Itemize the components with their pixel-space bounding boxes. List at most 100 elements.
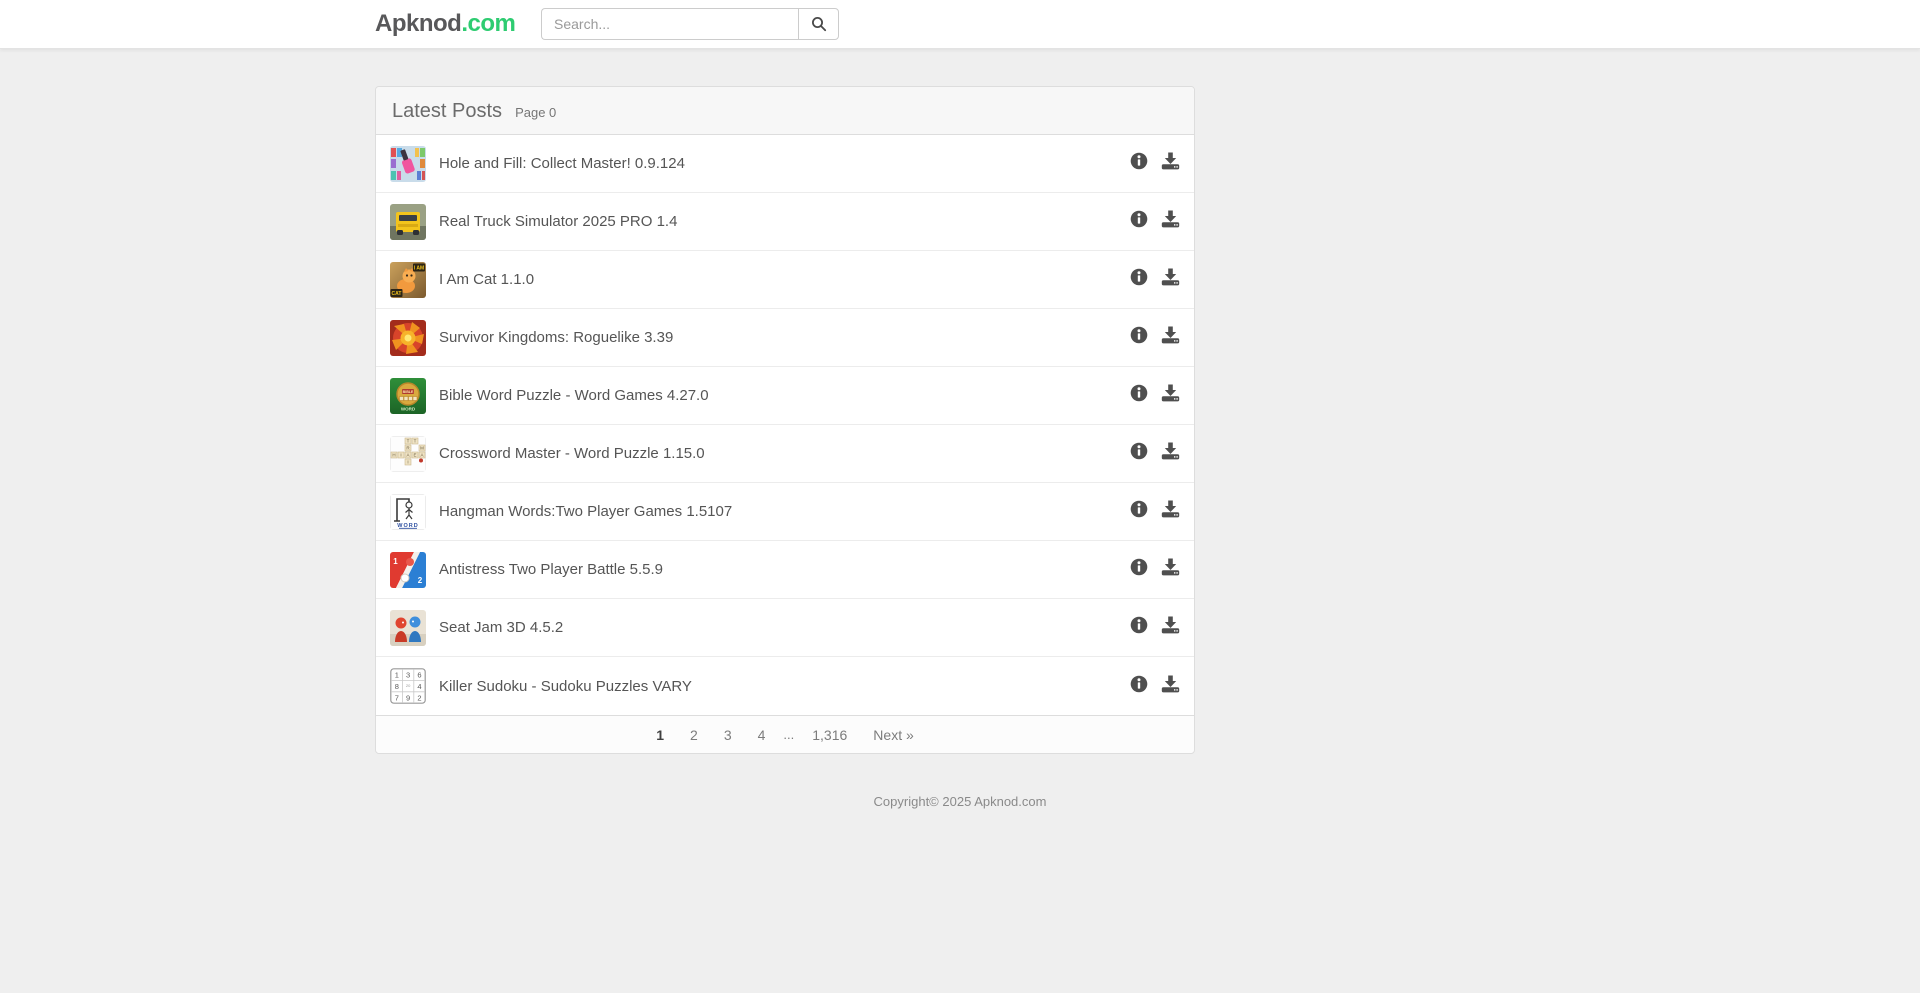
info-circle-icon <box>1130 210 1148 233</box>
post-row: WORD Hangman Words:Two Player Games 1.51… <box>376 483 1194 541</box>
download-button[interactable] <box>1161 152 1180 175</box>
download-icon <box>1161 442 1180 465</box>
info-button[interactable] <box>1130 152 1148 175</box>
top-bar: Apknod.com <box>0 0 1920 49</box>
download-button[interactable] <box>1161 675 1180 698</box>
post-title-link[interactable]: Antistress Two Player Battle 5.5.9 <box>439 561 663 578</box>
search-input[interactable] <box>541 8 798 40</box>
download-button[interactable] <box>1161 442 1180 465</box>
info-circle-icon <box>1130 675 1148 698</box>
seat-jam-thumb <box>390 610 426 646</box>
yellow-truck-thumb <box>390 204 426 240</box>
svg-text:7: 7 <box>395 693 399 702</box>
post-title-link[interactable]: Survivor Kingdoms: Roguelike 3.39 <box>439 329 673 346</box>
search-form <box>541 8 839 40</box>
pagination-page-last[interactable]: 1,316 <box>799 727 860 743</box>
svg-text:T: T <box>407 438 410 443</box>
crossword-grid-thumb: TRAI HIEA MT <box>390 436 426 472</box>
brand-logo[interactable]: Apknod.com <box>375 10 541 38</box>
bible-badge-thumb: BIBLE WORD <box>390 378 426 414</box>
orange-cat-thumb: I AM CAT <box>390 262 426 298</box>
brand-suffix: .com <box>461 10 515 37</box>
post-title-link[interactable]: Seat Jam 3D 4.5.2 <box>439 619 563 636</box>
download-icon <box>1161 500 1180 523</box>
panel-heading: Latest Posts Page 0 <box>376 87 1194 135</box>
pagination-page-4[interactable]: 4 <box>745 727 779 743</box>
download-icon <box>1161 210 1180 233</box>
pagination-page-3[interactable]: 3 <box>711 727 745 743</box>
svg-text:2: 2 <box>417 693 421 702</box>
download-icon <box>1161 558 1180 581</box>
post-title-link[interactable]: I Am Cat 1.1.0 <box>439 271 534 288</box>
pagination-next[interactable]: Next » <box>860 727 926 743</box>
svg-text:I: I <box>407 459 408 464</box>
download-button[interactable] <box>1161 616 1180 639</box>
sudoku-grid-thumb: 136 84 792 20 <box>390 668 426 704</box>
post-title-link[interactable]: Hangman Words:Two Player Games 1.5107 <box>439 503 732 520</box>
post-row: 1 2 Antistress Two Player Battle 5.5.9 <box>376 541 1194 599</box>
download-icon <box>1161 326 1180 349</box>
post-row: TRAI HIEA MT Crossword Master - Word Puz… <box>376 425 1194 483</box>
post-title-link[interactable]: Crossword Master - Word Puzzle 1.15.0 <box>439 445 705 462</box>
svg-text:BIBLE: BIBLE <box>403 390 414 394</box>
svg-text:A: A <box>406 452 409 457</box>
info-circle-icon <box>1130 268 1148 291</box>
svg-text:CAT: CAT <box>392 291 402 297</box>
panel-title: Latest Posts <box>392 100 502 123</box>
post-row: BIBLE WORD Bible Word Puzzle - Word Game… <box>376 367 1194 425</box>
brand-name: Apknod <box>375 10 461 37</box>
svg-text:1: 1 <box>395 671 399 680</box>
svg-text:A: A <box>420 452 423 457</box>
info-circle-icon <box>1130 616 1148 639</box>
info-button[interactable] <box>1130 210 1148 233</box>
info-button[interactable] <box>1130 268 1148 291</box>
post-title-link[interactable]: Real Truck Simulator 2025 PRO 1.4 <box>439 213 677 230</box>
info-circle-icon <box>1130 558 1148 581</box>
info-button[interactable] <box>1130 442 1148 465</box>
post-title-link[interactable]: Hole and Fill: Collect Master! 0.9.124 <box>439 155 685 172</box>
svg-text:M: M <box>420 445 424 450</box>
copyright-text: Copyright© 2025 Apknod.com <box>0 794 1920 809</box>
sunburst-thumb <box>390 320 426 356</box>
download-icon <box>1161 268 1180 291</box>
svg-text:20: 20 <box>406 683 411 688</box>
info-button[interactable] <box>1130 558 1148 581</box>
info-button[interactable] <box>1130 616 1148 639</box>
pagination-current-page: 1 <box>643 727 677 743</box>
pagination-ellipsis: ... <box>778 727 799 742</box>
download-icon <box>1161 384 1180 407</box>
svg-text:4: 4 <box>417 682 421 691</box>
nail-polish-thumb <box>390 146 426 182</box>
post-title-link[interactable]: Bible Word Puzzle - Word Games 4.27.0 <box>439 387 709 404</box>
download-button[interactable] <box>1161 500 1180 523</box>
post-list: Hole and Fill: Collect Master! 0.9.124 <box>376 135 1194 715</box>
search-button[interactable] <box>798 8 839 40</box>
svg-text:6: 6 <box>417 671 421 680</box>
info-circle-icon <box>1130 152 1148 175</box>
info-circle-icon <box>1130 442 1148 465</box>
post-title-link[interactable]: Killer Sudoku - Sudoku Puzzles VARY <box>439 678 692 695</box>
svg-text:1: 1 <box>393 557 398 566</box>
post-row: I AM CAT I Am Cat 1.1.0 <box>376 251 1194 309</box>
download-button[interactable] <box>1161 268 1180 291</box>
page-indicator: Page 0 <box>515 105 556 120</box>
svg-text:I AM: I AM <box>414 265 424 271</box>
info-button[interactable] <box>1130 384 1148 407</box>
svg-text:WORD: WORD <box>401 406 416 411</box>
magnifier-icon <box>811 16 827 32</box>
download-button[interactable] <box>1161 326 1180 349</box>
info-button[interactable] <box>1130 326 1148 349</box>
post-row: Seat Jam 3D 4.5.2 <box>376 599 1194 657</box>
two-player-battle-thumb: 1 2 <box>390 552 426 588</box>
pagination-page-2[interactable]: 2 <box>677 727 711 743</box>
download-button[interactable] <box>1161 210 1180 233</box>
svg-text:9: 9 <box>406 693 410 702</box>
svg-text:3: 3 <box>406 671 410 680</box>
download-button[interactable] <box>1161 558 1180 581</box>
svg-text:H: H <box>392 452 395 457</box>
info-circle-icon <box>1130 384 1148 407</box>
svg-text:2: 2 <box>418 576 423 585</box>
download-button[interactable] <box>1161 384 1180 407</box>
info-button[interactable] <box>1130 675 1148 698</box>
info-button[interactable] <box>1130 500 1148 523</box>
